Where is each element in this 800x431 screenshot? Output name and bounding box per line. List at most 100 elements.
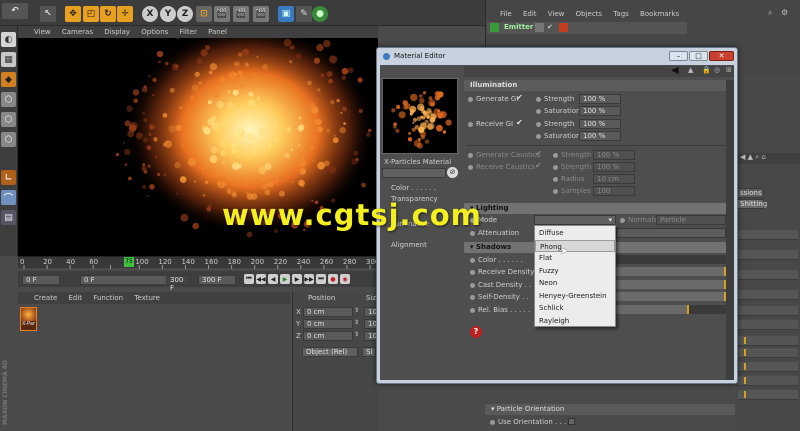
om-object-row[interactable]: Emitter ✔ xyxy=(487,22,687,34)
spline-icon[interactable]: ● xyxy=(312,6,328,22)
frame-start-field[interactable]: 0 F xyxy=(22,275,60,285)
receive-caustics-check-icon[interactable]: ✔ xyxy=(535,161,542,170)
shadow-slider[interactable] xyxy=(616,267,726,276)
model-mode-icon[interactable]: ◐ xyxy=(1,32,16,47)
timeline-current-marker[interactable]: 75 xyxy=(124,257,134,267)
rotate-icon[interactable]: ↻ xyxy=(100,6,116,22)
autokey-icon[interactable]: ◉ xyxy=(340,274,350,284)
mm-menu-create[interactable]: Create xyxy=(34,294,57,302)
dropdown-option[interactable]: Schlick xyxy=(535,302,615,315)
material-name-field[interactable] xyxy=(382,168,446,178)
shadow-slider[interactable] xyxy=(616,292,726,301)
help-icon[interactable]: ? xyxy=(470,326,482,338)
om-menu-edit[interactable]: Edit xyxy=(523,10,537,18)
attribute-row[interactable] xyxy=(738,270,798,280)
attribute-row[interactable] xyxy=(738,348,798,358)
render-settings-icon[interactable]: 🎬 xyxy=(253,6,269,22)
ap-tab-shading[interactable]: Shitting xyxy=(736,199,767,209)
coord-size-select[interactable]: Si xyxy=(362,347,376,357)
om-menu-file[interactable]: File xyxy=(500,10,512,18)
me-back-arrow-icon[interactable]: ◀ xyxy=(671,65,679,76)
lighting-mode-select[interactable]: ▾ xyxy=(534,215,616,225)
coord-size-arrows-icon[interactable]: ⇕ xyxy=(354,331,359,338)
mm-menu-function[interactable]: Function xyxy=(93,294,123,302)
goto-start-icon[interactable]: ⏮ xyxy=(244,274,254,284)
polygons-mode-icon[interactable]: ⬡ xyxy=(1,132,16,147)
arrow-icon[interactable]: ↖ xyxy=(40,6,56,22)
rgi-strength-field[interactable]: 100 % xyxy=(579,119,621,129)
dropdown-option[interactable]: Neon xyxy=(535,277,615,290)
render-picture-icon[interactable]: 🎬 xyxy=(233,6,249,22)
scale-icon[interactable]: ◰ xyxy=(83,6,99,22)
om-menu-bookmarks[interactable]: Bookmarks xyxy=(640,10,679,18)
timeline-ruler[interactable]: 0204060100120140160180200220240260280300 xyxy=(18,256,379,269)
channel-alignment[interactable]: Alignment xyxy=(391,241,427,249)
me-scrollbar[interactable] xyxy=(726,80,734,380)
receive-gi-check-icon[interactable]: ✔ xyxy=(516,118,523,127)
texture-mode-icon[interactable]: ▦ xyxy=(1,52,16,67)
generate-gi-check-icon[interactable]: ✔ xyxy=(516,93,523,102)
generate-caustics-check-icon[interactable]: ✔ xyxy=(535,149,542,158)
dropdown-option[interactable]: Phong xyxy=(535,239,615,252)
material-preview[interactable] xyxy=(382,78,458,154)
channel-color[interactable]: Color . . . . . . xyxy=(391,184,436,192)
shadow-color-swatch[interactable] xyxy=(616,255,726,264)
viewport-menu-cameras[interactable]: Cameras xyxy=(62,28,93,36)
record-icon[interactable]: ● xyxy=(328,274,338,284)
caustics-radius-field[interactable]: 10 cm xyxy=(593,174,635,184)
attribute-row[interactable] xyxy=(738,320,798,330)
axis-mode-icon[interactable]: ◆ xyxy=(1,72,16,87)
particle-orientation-section[interactable]: ▾ Particle Orientation xyxy=(485,404,735,415)
material-name-icon[interactable]: ⊘ xyxy=(447,167,458,178)
attribute-row[interactable] xyxy=(738,290,798,300)
om-menu-view[interactable]: View xyxy=(548,10,565,18)
render-view-icon[interactable]: 🎬 xyxy=(214,6,230,22)
caustics-strength-field[interactable]: 100 % xyxy=(593,150,635,160)
dropdown-option[interactable]: Henyey-Greenstein xyxy=(535,290,615,303)
goto-end-icon[interactable]: ⏭ xyxy=(316,274,326,284)
coordinate-system-icon[interactable]: ⊡ xyxy=(196,6,212,22)
coord-mode-select[interactable]: Object (Rel) xyxy=(302,347,358,357)
frame-end-field[interactable]: 300 F xyxy=(198,275,236,285)
enable-axis-icon[interactable]: ∟ xyxy=(1,170,16,185)
pen-icon[interactable]: ✎ xyxy=(296,6,312,22)
viewport-menu-options[interactable]: Options xyxy=(141,28,168,36)
attribute-row[interactable] xyxy=(738,250,798,260)
mm-menu-edit[interactable]: Edit xyxy=(69,294,83,302)
minimize-button[interactable]: – xyxy=(669,51,688,61)
viewport-menu-panel[interactable]: Panel xyxy=(208,28,227,36)
om-menu-tags[interactable]: Tags xyxy=(613,10,629,18)
shadow-slider[interactable] xyxy=(616,280,726,289)
tag-icon[interactable] xyxy=(559,23,568,32)
illumination-header[interactable]: Illumination xyxy=(464,80,734,91)
rgi-saturation-field[interactable]: 100 % xyxy=(579,131,621,141)
undo-icon[interactable]: ↶ xyxy=(2,3,28,19)
check-icon[interactable]: ✔ xyxy=(547,23,553,31)
play-icon[interactable]: ▶ xyxy=(280,274,290,284)
caustics-strength2-field[interactable]: 100 % xyxy=(593,162,635,172)
axis-y-button[interactable]: Y xyxy=(160,6,176,22)
prev-key-icon[interactable]: ◀◀ xyxy=(256,274,266,284)
coord-position-field[interactable]: 0 cm xyxy=(303,331,353,341)
viewport-menu-view[interactable]: View xyxy=(34,28,51,36)
me-new-icon[interactable]: ◎ xyxy=(714,66,720,74)
viewport-menu-display[interactable]: Display xyxy=(104,28,130,36)
me-lock-icon[interactable]: 🔒 xyxy=(702,66,711,74)
caustics-samples-field[interactable]: 100 xyxy=(593,186,635,196)
om-menu-objects[interactable]: Objects xyxy=(576,10,602,18)
attribute-row[interactable] xyxy=(738,376,798,386)
points-mode-icon[interactable]: ⬡ xyxy=(1,92,16,107)
dropdown-option[interactable]: Rayleigh xyxy=(535,315,615,328)
transform-icon[interactable]: ✛ xyxy=(117,6,133,22)
coord-size-arrows-icon[interactable]: ⇕ xyxy=(354,307,359,314)
attenuation-field[interactable] xyxy=(616,228,726,238)
maximize-button[interactable]: □ xyxy=(689,51,708,61)
visibility-toggle-icon[interactable] xyxy=(535,23,544,32)
dropdown-option[interactable]: Diffuse xyxy=(535,227,615,240)
prev-frame-icon[interactable]: ◀ xyxy=(268,274,278,284)
cube-icon[interactable]: ▣ xyxy=(278,6,294,22)
attribute-row[interactable] xyxy=(738,230,798,240)
use-orientation-checkbox[interactable] xyxy=(568,418,575,425)
close-button[interactable]: ✕ xyxy=(709,51,734,61)
gi-saturation-field[interactable]: 100 % xyxy=(579,106,621,116)
